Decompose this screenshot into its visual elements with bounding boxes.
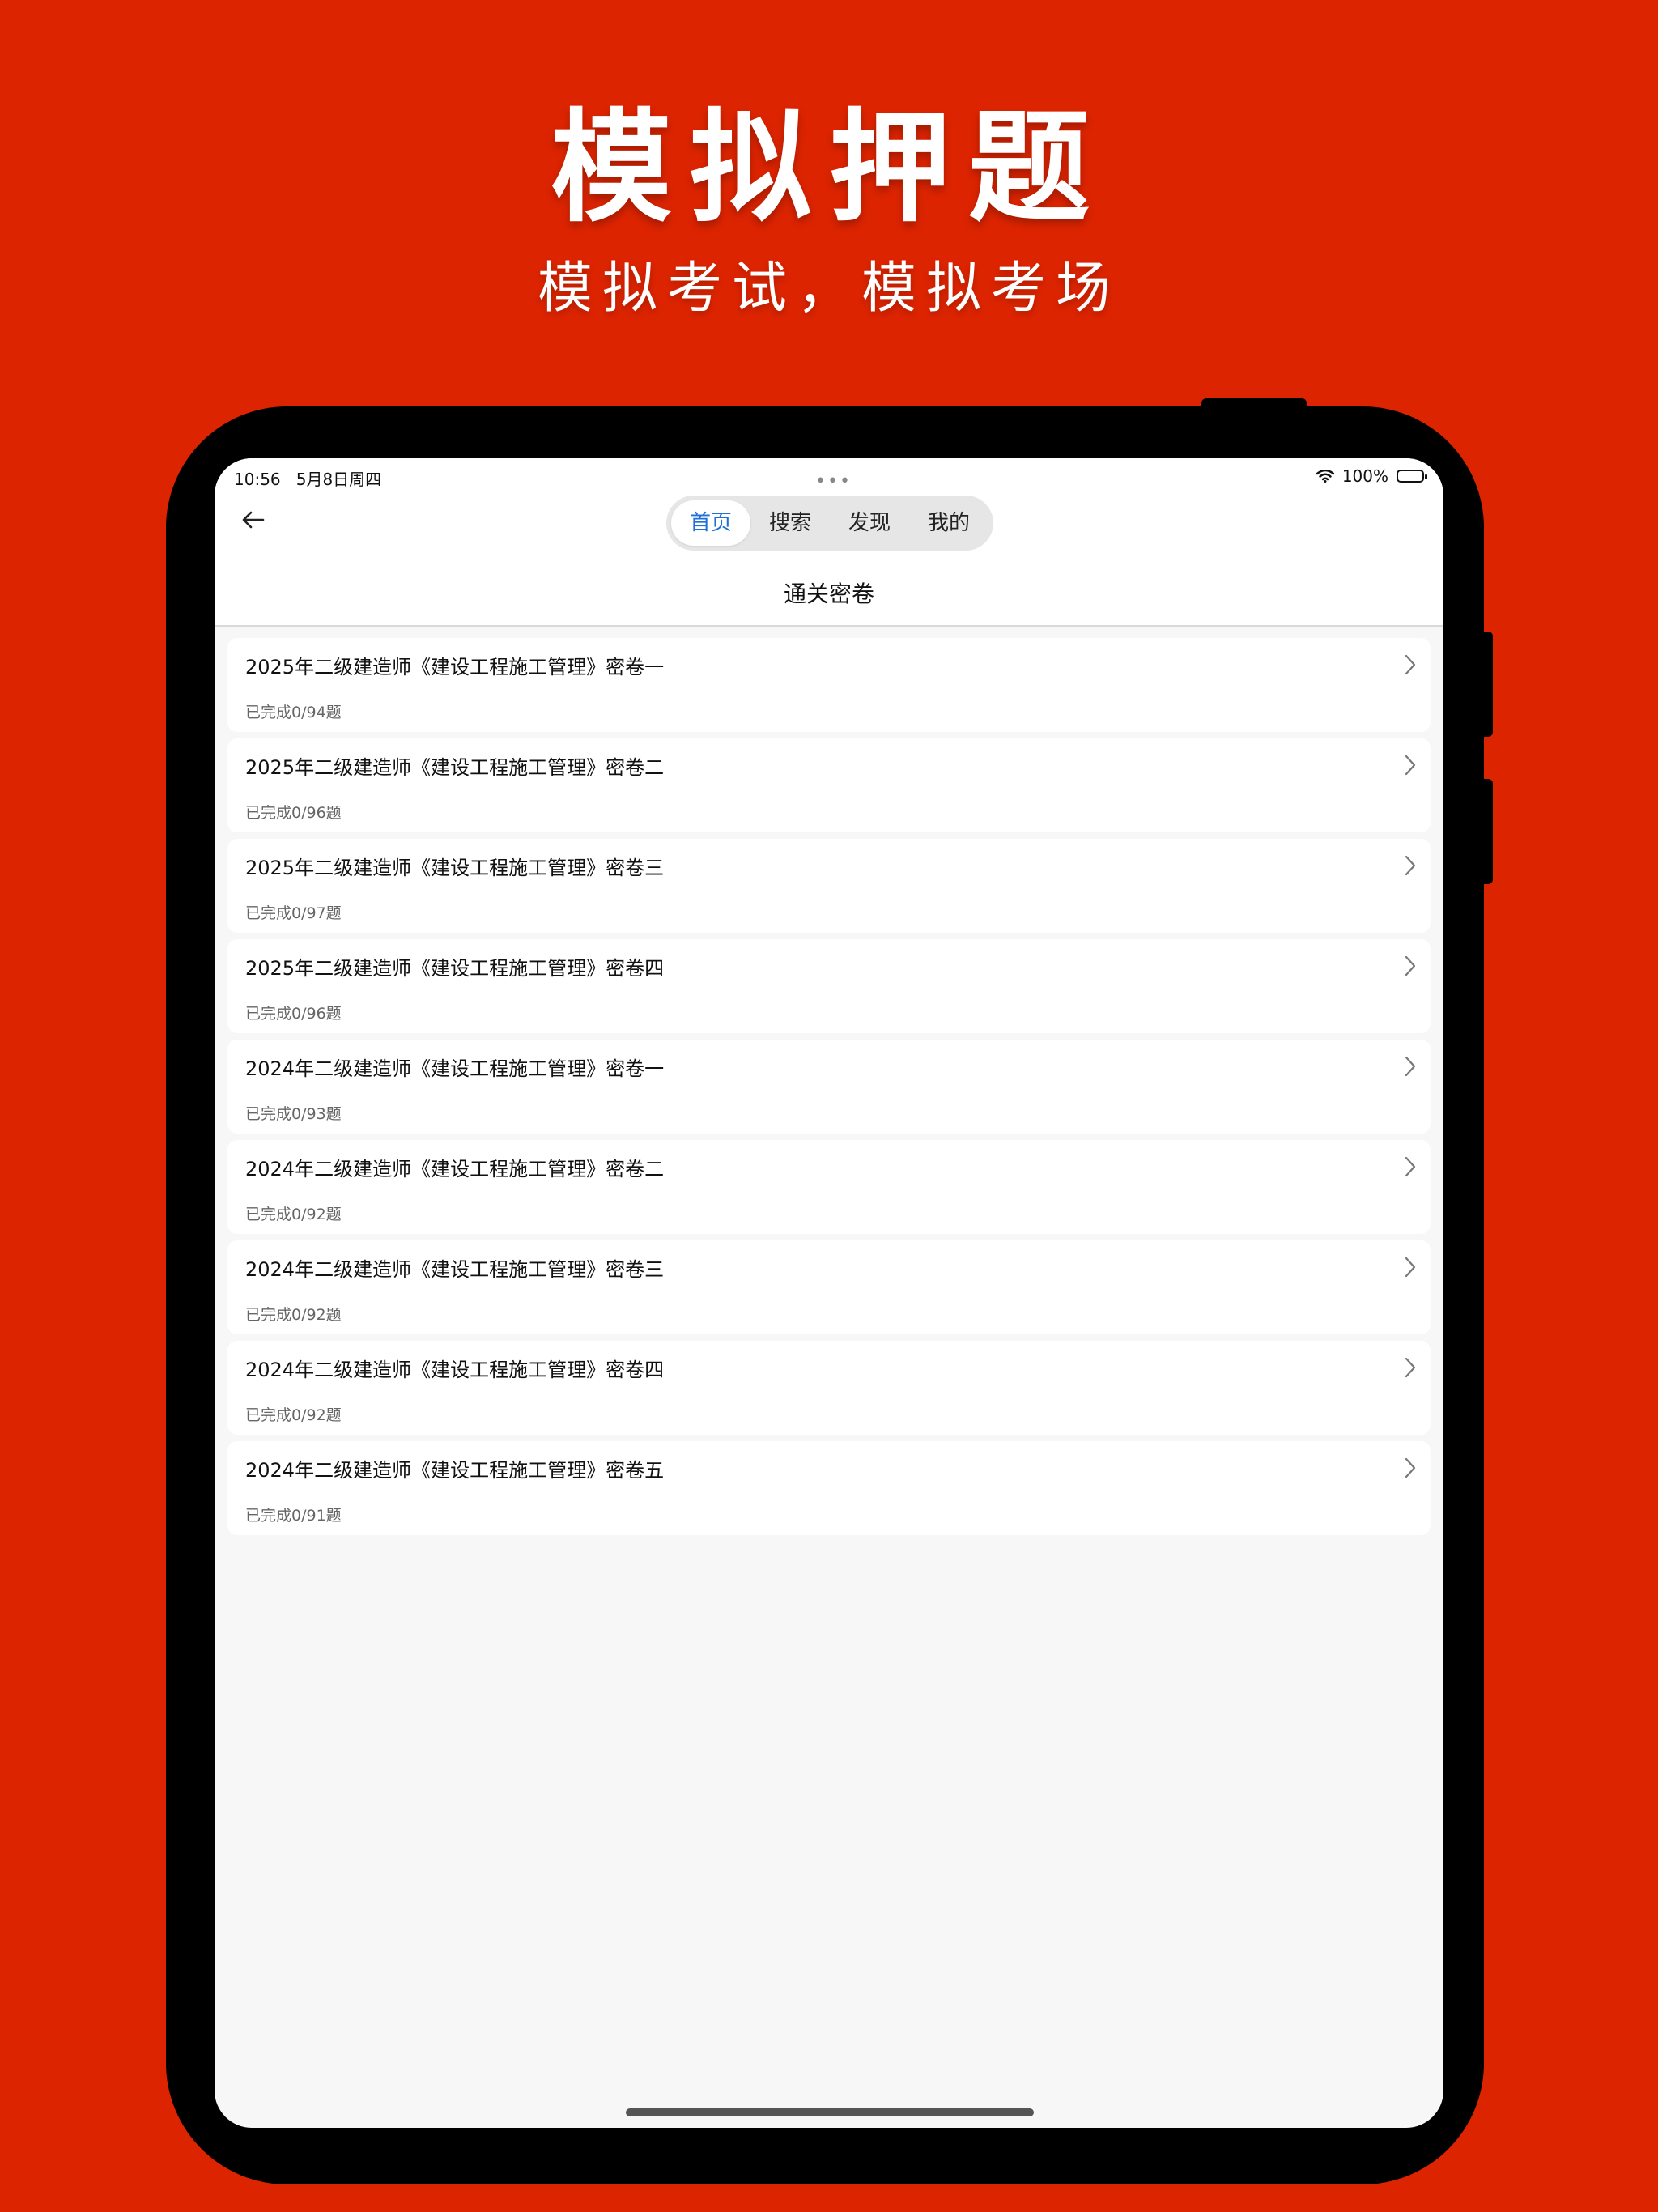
wifi-icon [1316, 470, 1334, 483]
list-item[interactable]: 2024年二级建造师《建设工程施工管理》密卷一 已完成0/93题 [227, 1040, 1431, 1134]
tab-search[interactable]: 搜索 [750, 500, 830, 546]
promo-title: 模拟押题 [550, 98, 1107, 239]
chevron-right-icon [1405, 1056, 1416, 1077]
device-volume-down-button [1478, 779, 1493, 884]
paper-progress: 已完成0/97题 [245, 904, 342, 922]
paper-progress: 已完成0/91题 [245, 1507, 342, 1525]
paper-progress: 已完成0/96题 [245, 1005, 342, 1023]
app-screen: 10:56 5月8日周四 ••• 100% 首页 搜索 发现 我的 通关密卷 2 [215, 458, 1443, 2128]
status-time: 10:56 5月8日周四 [234, 470, 382, 489]
tab-discover[interactable]: 发现 [830, 500, 909, 546]
tab-home[interactable]: 首页 [671, 500, 750, 546]
list-item[interactable]: 2024年二级建造师《建设工程施工管理》密卷四 已完成0/92题 [227, 1341, 1431, 1435]
promo-subtitle: 模拟考试，模拟考场 [537, 257, 1120, 321]
device-volume-up-button [1478, 632, 1493, 737]
chevron-right-icon [1405, 1257, 1416, 1278]
paper-title: 2025年二级建造师《建设工程施工管理》密卷四 [245, 957, 665, 980]
paper-progress: 已完成0/92题 [245, 1306, 342, 1324]
paper-progress: 已完成0/93题 [245, 1105, 342, 1123]
chevron-right-icon [1405, 1457, 1416, 1478]
paper-title: 2025年二级建造师《建设工程施工管理》密卷一 [245, 656, 665, 678]
chevron-right-icon [1405, 755, 1416, 776]
paper-title: 2024年二级建造师《建设工程施工管理》密卷三 [245, 1258, 665, 1281]
paper-title: 2024年二级建造师《建设工程施工管理》密卷五 [245, 1459, 665, 1482]
status-indicators: 100% [1316, 466, 1427, 486]
home-indicator[interactable] [626, 2108, 1034, 2116]
device-top-button [1201, 398, 1307, 411]
paper-list: 2025年二级建造师《建设工程施工管理》密卷一 已完成0/94题 2025年二级… [227, 638, 1431, 1542]
status-date: 5月8日周四 [295, 470, 382, 489]
paper-progress: 已完成0/96题 [245, 804, 342, 822]
paper-progress: 已完成0/92题 [245, 1206, 342, 1223]
battery-icon [1397, 470, 1427, 483]
paper-title: 2025年二级建造师《建设工程施工管理》密卷三 [245, 857, 665, 879]
chevron-right-icon [1405, 1357, 1416, 1378]
chevron-right-icon [1405, 654, 1416, 675]
back-arrow-icon[interactable] [239, 505, 268, 534]
list-item[interactable]: 2025年二级建造师《建设工程施工管理》密卷三 已完成0/97题 [227, 839, 1431, 933]
multitask-dots[interactable]: ••• [815, 471, 852, 491]
tab-mine[interactable]: 我的 [909, 500, 988, 546]
page-title: 通关密卷 [783, 581, 874, 607]
main-tab-bar: 首页 搜索 发现 我的 [666, 496, 993, 551]
chevron-right-icon [1405, 955, 1416, 976]
app-header: 10:56 5月8日周四 ••• 100% 首页 搜索 发现 我的 通关密卷 [215, 458, 1443, 627]
battery-percent: 100% [1341, 466, 1388, 486]
list-item[interactable]: 2024年二级建造师《建设工程施工管理》密卷五 已完成0/91题 [227, 1441, 1431, 1535]
list-item[interactable]: 2024年二级建造师《建设工程施工管理》密卷二 已完成0/92题 [227, 1140, 1431, 1234]
paper-progress: 已完成0/94题 [245, 704, 342, 721]
chevron-right-icon [1405, 855, 1416, 876]
list-item[interactable]: 2025年二级建造师《建设工程施工管理》密卷二 已完成0/96题 [227, 738, 1431, 832]
paper-progress: 已完成0/92题 [245, 1406, 342, 1424]
paper-title: 2024年二级建造师《建设工程施工管理》密卷一 [245, 1057, 665, 1080]
list-item[interactable]: 2025年二级建造师《建设工程施工管理》密卷四 已完成0/96题 [227, 939, 1431, 1033]
paper-title: 2024年二级建造师《建设工程施工管理》密卷二 [245, 1158, 665, 1180]
paper-title: 2024年二级建造师《建设工程施工管理》密卷四 [245, 1359, 665, 1381]
paper-title: 2025年二级建造师《建设工程施工管理》密卷二 [245, 756, 665, 779]
list-item[interactable]: 2025年二级建造师《建设工程施工管理》密卷一 已完成0/94题 [227, 638, 1431, 732]
list-item[interactable]: 2024年二级建造师《建设工程施工管理》密卷三 已完成0/92题 [227, 1240, 1431, 1334]
chevron-right-icon [1405, 1156, 1416, 1177]
